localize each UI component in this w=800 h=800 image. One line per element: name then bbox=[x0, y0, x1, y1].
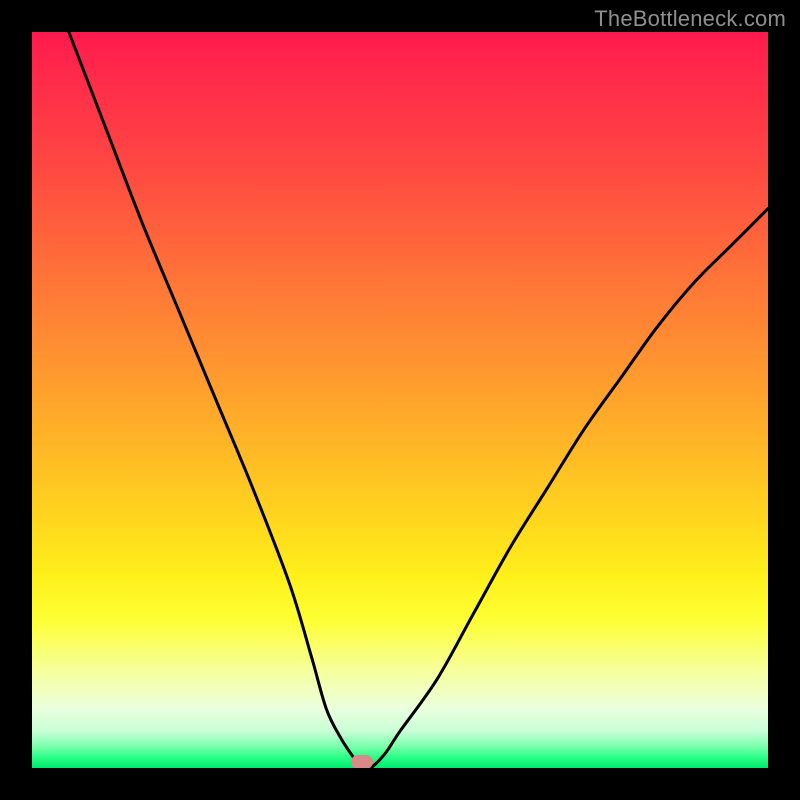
plot-area bbox=[32, 32, 768, 768]
bottleneck-curve-path bbox=[69, 32, 768, 768]
curve-layer bbox=[32, 32, 768, 768]
chart-frame: TheBottleneck.com bbox=[0, 0, 800, 800]
optimal-point-marker bbox=[351, 755, 373, 768]
watermark-text: TheBottleneck.com bbox=[594, 6, 786, 32]
